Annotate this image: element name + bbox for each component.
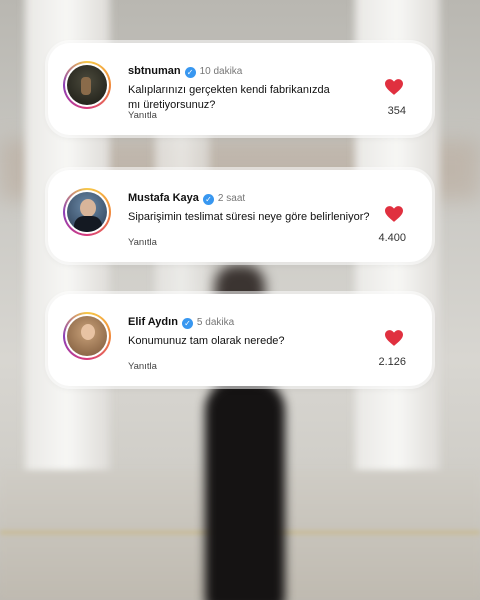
heart-icon[interactable] bbox=[385, 330, 403, 346]
avatar[interactable] bbox=[63, 188, 111, 236]
username[interactable]: sbtnuman bbox=[128, 65, 181, 77]
avatar[interactable] bbox=[63, 61, 111, 109]
comment-time: 2 saat bbox=[217, 193, 246, 204]
like-count: 4.400 bbox=[378, 232, 406, 244]
comment-card: Elif Aydın ✓ 5 dakika Konumunuz tam olarak… bbox=[48, 294, 432, 386]
comment-text: Kalıplarınızı gerçekten kendi fabrikanız… bbox=[128, 84, 330, 111]
like-count: 2.126 bbox=[378, 356, 406, 368]
verified-icon: ✓ bbox=[181, 318, 193, 329]
heart-icon[interactable] bbox=[385, 79, 403, 95]
comment-text: Konumunuz tam olarak nerede? bbox=[128, 335, 285, 347]
comment-card: sbtnuman ✓ 10 dakika Kalıplarınızı gerçekt… bbox=[48, 43, 432, 135]
heart-icon[interactable] bbox=[385, 206, 403, 222]
username[interactable]: Mustafa Kaya bbox=[128, 192, 199, 204]
comment-card: Mustafa Kaya ✓ 2 saat Siparişimin teslimat… bbox=[48, 170, 432, 262]
avatar[interactable] bbox=[63, 312, 111, 360]
comment-text: Siparişimin teslimat süresi neye göre be… bbox=[128, 211, 370, 223]
reply-button[interactable]: Yanıtla bbox=[128, 361, 157, 372]
reply-button[interactable]: Yanıtla bbox=[128, 237, 157, 248]
comment-time: 5 dakika bbox=[196, 317, 235, 328]
comment-time: 10 dakika bbox=[199, 66, 243, 77]
verified-icon: ✓ bbox=[202, 194, 214, 205]
like-count: 354 bbox=[387, 105, 406, 117]
verified-icon: ✓ bbox=[184, 67, 196, 78]
username[interactable]: Elif Aydın bbox=[128, 316, 178, 328]
reply-button[interactable]: Yanıtla bbox=[128, 110, 157, 121]
